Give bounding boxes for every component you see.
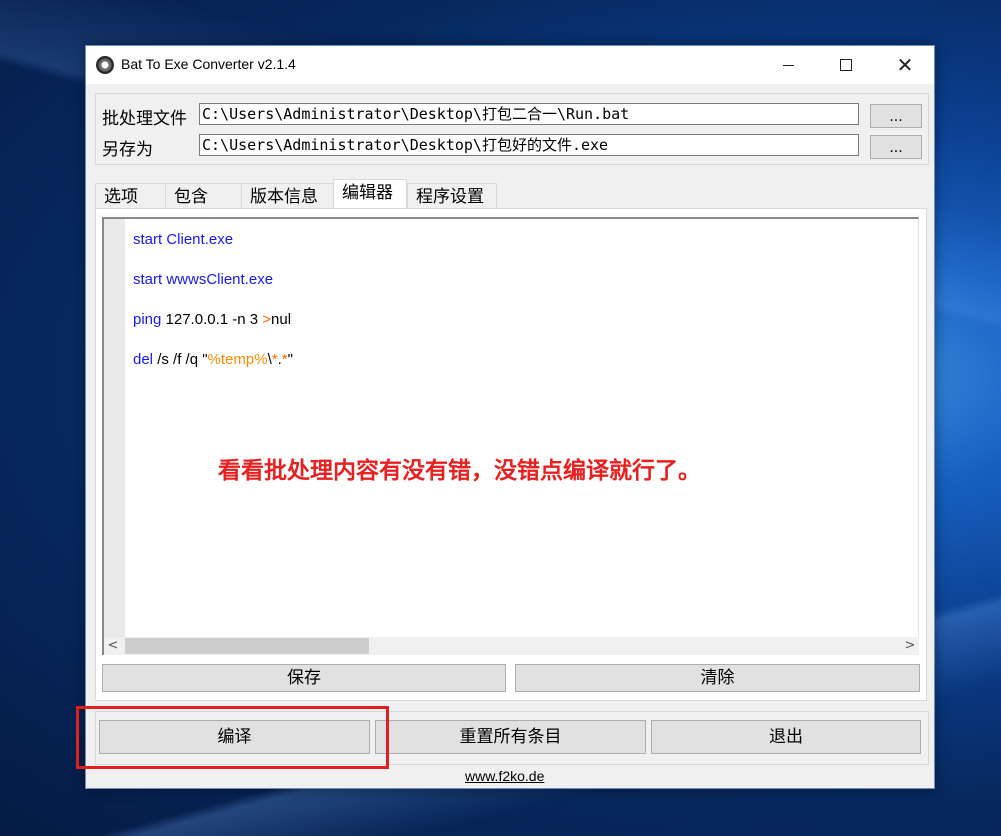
website-link[interactable]: www.f2ko.de — [465, 768, 544, 784]
code-line[interactable]: start wwwsClient.exe — [133, 271, 293, 311]
clear-button[interactable]: 清除 — [515, 664, 920, 692]
editor-tab-panel: start Client.exe start wwwsClient.exe ping… — [95, 208, 927, 701]
code-token: nul — [271, 311, 292, 328]
code-token: " — [287, 351, 293, 368]
editor-gutter — [104, 219, 125, 637]
save-as-browse-button[interactable]: ... — [870, 135, 922, 159]
code-token: ping — [133, 311, 162, 328]
compile-highlight-box — [76, 706, 389, 769]
code-line[interactable]: ping 127.0.0.1 -n 3 >nul — [133, 311, 293, 351]
code-token: %temp% — [207, 351, 268, 368]
exit-button[interactable]: 退出 — [651, 720, 921, 754]
window-title: Bat To Exe Converter v2.1.4 — [121, 56, 296, 72]
close-icon: ✕ — [896, 53, 914, 77]
code-token: /s /f /q " — [153, 351, 208, 368]
batch-file-label: 批处理文件 — [102, 109, 187, 129]
tab-program-settings[interactable]: 程序设置 — [407, 183, 497, 210]
tab-editor[interactable]: 编辑器 — [333, 179, 407, 210]
horizontal-scrollbar[interactable]: < > — [104, 637, 919, 655]
maximize-button[interactable] — [817, 46, 875, 84]
paths-group: 批处理文件 C:\Users\Administrator\Desktop\打包二… — [95, 93, 929, 165]
minimize-icon — [782, 64, 794, 66]
maximize-icon — [840, 59, 852, 71]
reset-all-button[interactable]: 重置所有条目 — [375, 720, 646, 754]
code-token: start wwwsClient.exe — [133, 271, 274, 288]
save-as-input[interactable]: C:\Users\Administrator\Desktop\打包好的文件.ex… — [199, 134, 859, 156]
code-token: > — [262, 311, 272, 328]
save-button[interactable]: 保存 — [102, 664, 506, 692]
code-token: 127.0.0.1 -n 3 — [161, 311, 263, 328]
batch-file-input[interactable]: C:\Users\Administrator\Desktop\打包二合一\Run… — [199, 103, 859, 125]
code-line[interactable]: start Client.exe — [133, 231, 293, 271]
code-token: del — [133, 351, 154, 368]
scroll-left-arrow-icon[interactable]: < — [104, 637, 122, 655]
tab-options[interactable]: 选项 — [95, 183, 165, 210]
code-line[interactable]: del /s /f /q "%temp%\*.*" — [133, 351, 293, 391]
code-token: start Client.exe — [133, 231, 234, 248]
code-content[interactable]: start Client.exe start wwwsClient.exe ping… — [133, 231, 293, 391]
tab-include[interactable]: 包含 — [165, 183, 241, 210]
tab-version-info[interactable]: 版本信息 — [241, 183, 333, 210]
save-as-label: 另存为 — [102, 140, 153, 160]
close-button[interactable]: ✕ — [876, 46, 934, 84]
app-window: Bat To Exe Converter v2.1.4 ✕ 批处理文件 C:\U… — [85, 45, 935, 789]
scroll-thumb[interactable] — [125, 638, 369, 654]
batch-browse-button[interactable]: ... — [870, 104, 922, 128]
minimize-button[interactable] — [759, 46, 817, 84]
instruction-annotation: 看看批处理内容有没有错，没错点编译就行了。 — [218, 458, 701, 484]
app-gear-icon — [96, 56, 114, 74]
code-editor[interactable]: start Client.exe start wwwsClient.exe ping… — [102, 217, 919, 655]
title-bar[interactable]: Bat To Exe Converter v2.1.4 ✕ — [86, 46, 934, 84]
scroll-right-arrow-icon[interactable]: > — [901, 637, 919, 655]
